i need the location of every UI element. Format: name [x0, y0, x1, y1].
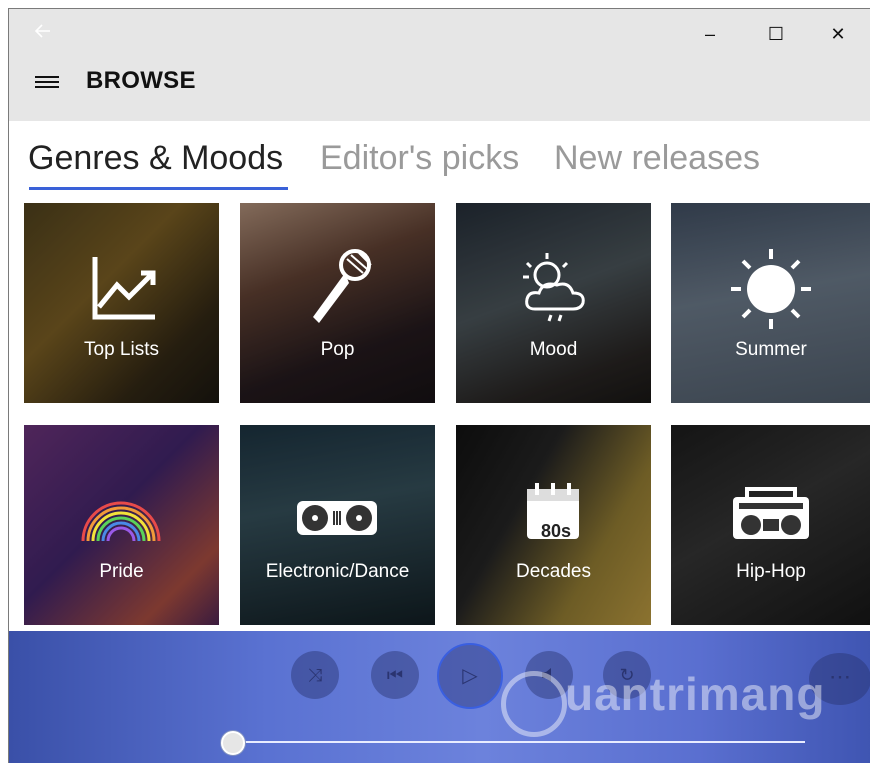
- tile-hip-hop[interactable]: Hip-Hop: [671, 425, 870, 625]
- tab-new-releases[interactable]: New releases: [554, 139, 760, 178]
- tile-label: Pride: [99, 561, 144, 582]
- calendar-80s-icon: [527, 483, 579, 539]
- turntable-icon: [297, 501, 377, 535]
- page-title: BROWSE: [86, 67, 196, 94]
- shuffle-button[interactable]: ⤨: [291, 651, 339, 699]
- seek-thumb[interactable]: [221, 731, 245, 755]
- tile-label: Top Lists: [84, 339, 159, 360]
- tile-mood[interactable]: Mood: [456, 203, 651, 403]
- active-tab-indicator: [29, 187, 288, 190]
- tile-label: Summer: [735, 339, 807, 360]
- tile-label: Hip-Hop: [736, 561, 806, 582]
- previous-button[interactable]: ⏮: [371, 651, 419, 699]
- now-playing-bar: ⤨ ⏮ ▷ ↻ ⋯ uantrimang: [9, 631, 870, 763]
- tab-bar: Genres & Moods Editor's picks New releas…: [9, 121, 870, 201]
- close-button[interactable]: ✕: [815, 19, 861, 49]
- back-button[interactable]: [33, 21, 61, 45]
- tile-pride[interactable]: Pride: [24, 425, 219, 625]
- boombox-icon: [733, 487, 809, 539]
- tile-summer[interactable]: Summer: [671, 203, 870, 403]
- tile-electronic-dance[interactable]: Electronic/Dance: [240, 425, 435, 625]
- tile-decades[interactable]: 80s Decades: [456, 425, 651, 625]
- tile-pop[interactable]: Pop: [240, 203, 435, 403]
- tile-label: Electronic/Dance: [265, 561, 410, 582]
- trending-chart-icon: [92, 257, 156, 320]
- tile-top-lists[interactable]: Top Lists: [24, 203, 219, 403]
- tab-genres-moods[interactable]: Genres & Moods: [28, 139, 283, 178]
- sun-icon: [731, 249, 811, 329]
- microphone-icon: [313, 249, 372, 323]
- decades-badge-text: 80s: [540, 521, 572, 541]
- watermark-logo: [501, 671, 567, 737]
- minimize-button[interactable]: –: [687, 19, 733, 49]
- weather-icon: [523, 253, 585, 322]
- maximize-button[interactable]: ☐: [753, 19, 799, 49]
- hamburger-menu-button[interactable]: [35, 73, 59, 91]
- hamburger-line: [35, 76, 59, 78]
- app-window: – ☐ ✕ BROWSE Genres & Moods Editor's pic…: [8, 8, 870, 763]
- watermark-text: uantrimang: [565, 668, 826, 720]
- play-button[interactable]: ▷: [437, 643, 503, 709]
- rainbow-icon: [81, 501, 161, 542]
- tile-label: Decades: [516, 561, 591, 582]
- tile-label: Pop: [320, 339, 355, 360]
- hamburger-line: [35, 81, 59, 83]
- title-bar: – ☐ ✕ BROWSE: [9, 9, 870, 121]
- arrow-left-icon: [34, 24, 50, 38]
- hamburger-line: [35, 86, 59, 88]
- seek-bar[interactable]: [231, 741, 805, 743]
- tab-editors-picks[interactable]: Editor's picks: [320, 139, 519, 178]
- tile-label: Mood: [529, 339, 578, 360]
